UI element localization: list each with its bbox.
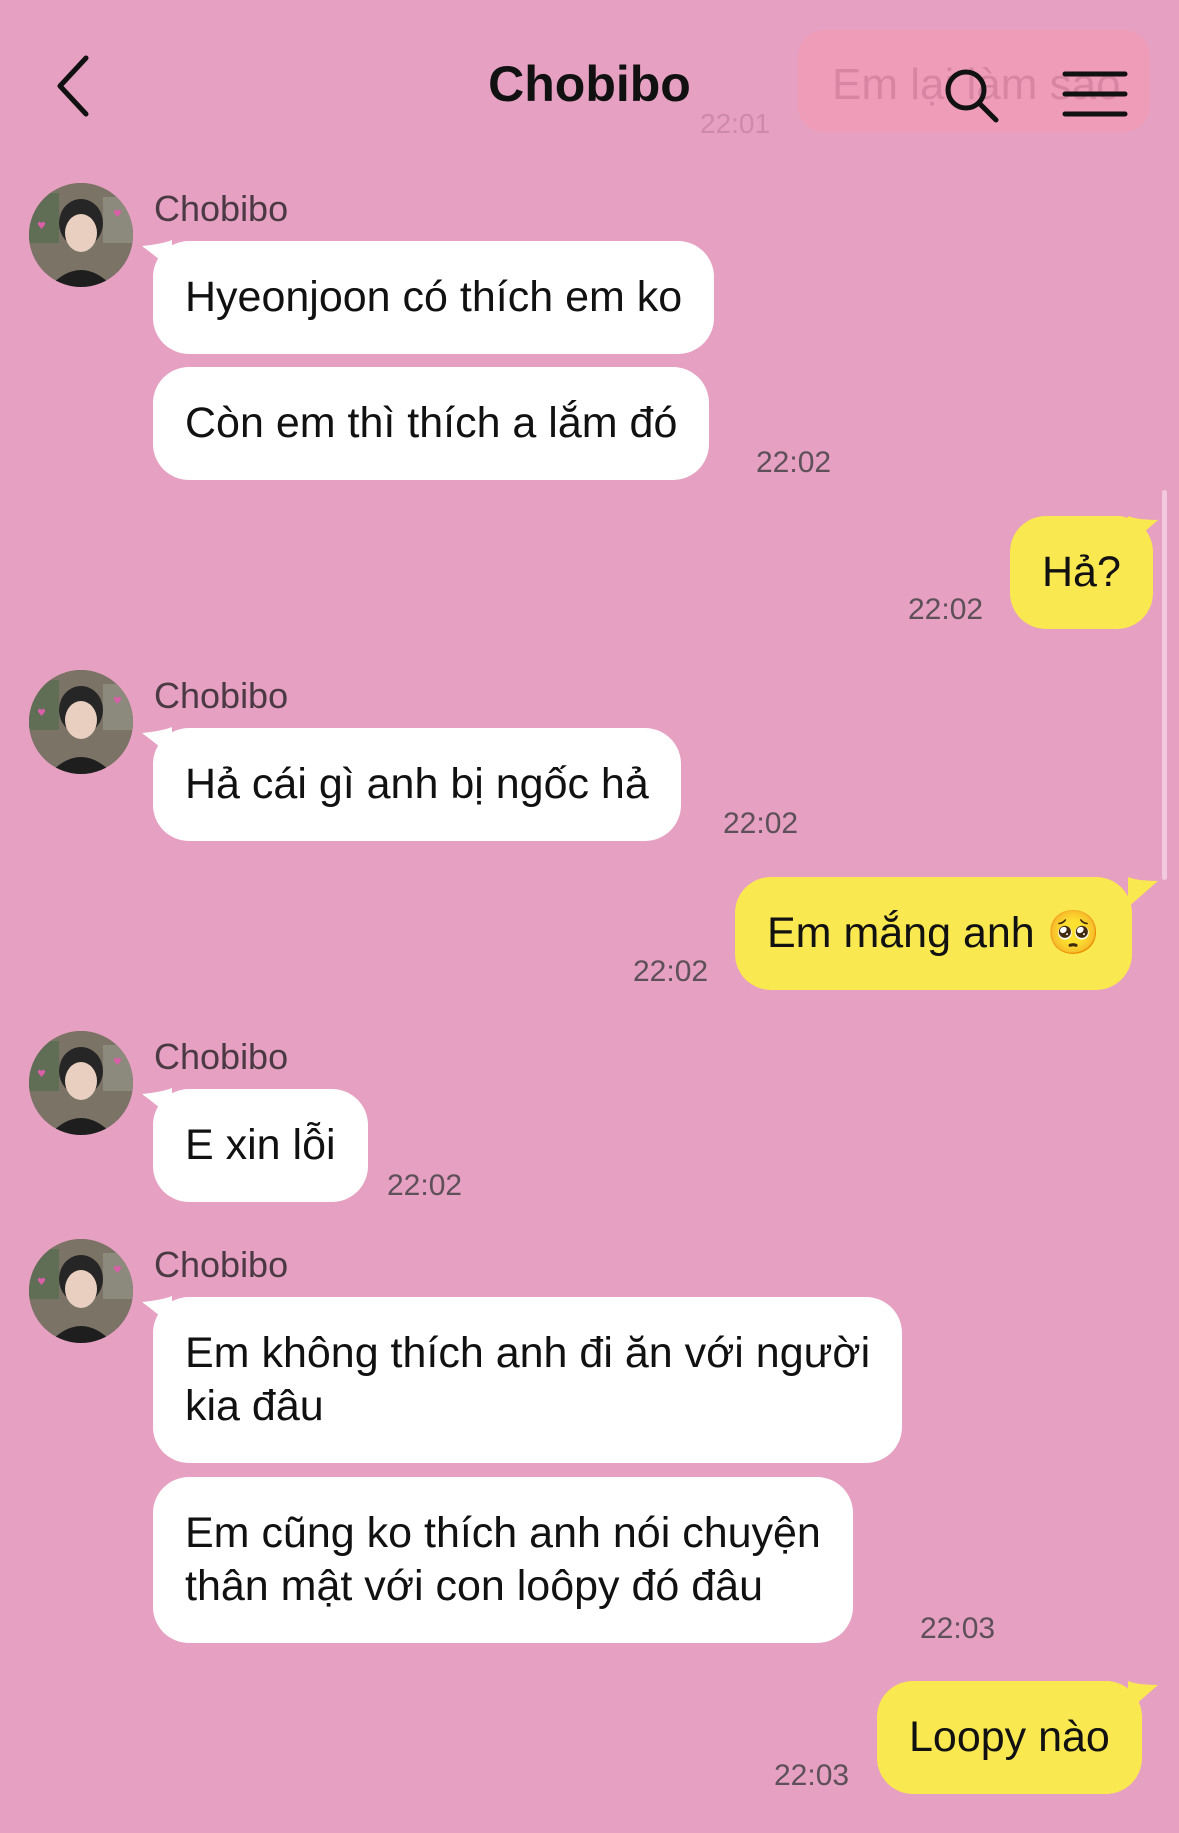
- svg-text:♥: ♥: [113, 209, 122, 220]
- avatar[interactable]: ♥ ♥: [29, 670, 133, 774]
- menu-icon: [1062, 71, 1128, 117]
- avatar[interactable]: ♥ ♥: [29, 1239, 133, 1343]
- svg-text:♥: ♥: [37, 221, 46, 232]
- message-bubble-incoming[interactable]: Còn em thì thích a lắm đó: [153, 367, 710, 480]
- menu-button[interactable]: [1062, 70, 1128, 120]
- message-text: E xin lỗi: [185, 1121, 336, 1169]
- avatar-photo: ♥ ♥: [29, 1239, 133, 1343]
- avatar-photo: ♥ ♥: [29, 183, 133, 287]
- pleading-face-emoji: 🥺: [1046, 908, 1101, 958]
- avatar[interactable]: ♥ ♥: [29, 183, 133, 287]
- sender-name: Chobibo: [154, 675, 289, 716]
- sender-name: Chobibo: [154, 1244, 289, 1285]
- avatar-photo: ♥ ♥: [29, 670, 133, 774]
- message-bubble-incoming[interactable]: Hyeonjoon có thích em ko: [153, 241, 715, 354]
- search-button[interactable]: [942, 66, 1002, 126]
- message-text: Còn em thì thích a lắm đó: [185, 399, 678, 447]
- chat-header: Em lại làm sao 22:01 Chobibo: [0, 0, 1179, 160]
- message-bubble-incoming[interactable]: E xin lỗi: [153, 1089, 368, 1202]
- svg-text:♥: ♥: [113, 1265, 122, 1276]
- message-time: 22:03: [920, 1612, 996, 1645]
- message-text: Hyeonjoon có thích em ko: [185, 273, 683, 321]
- message-text-line: kia đâu: [185, 1382, 324, 1430]
- bubble-tail: [1128, 1681, 1158, 1711]
- message-bubble-outgoing[interactable]: Loopy nào: [877, 1681, 1142, 1794]
- message-text: Em mắng anh: [767, 909, 1035, 957]
- chat-title: Chobibo: [488, 56, 691, 112]
- message-text: Loopy nào: [909, 1713, 1110, 1761]
- svg-text:♥: ♥: [37, 1069, 46, 1080]
- avatar[interactable]: ♥ ♥: [29, 1031, 133, 1135]
- message-text: Hả cái gì anh bị ngốc hả: [185, 760, 649, 808]
- message-text-line: Em cũng ko thích anh nói chuyện: [185, 1509, 821, 1557]
- message-time: 22:02: [908, 593, 984, 626]
- message-bubble-incoming[interactable]: Hả cái gì anh bị ngốc hả: [153, 728, 681, 841]
- bubble-tail: [1128, 516, 1158, 546]
- message-bubble-outgoing[interactable]: Em mắng anh 🥺: [735, 877, 1133, 990]
- svg-text:♥: ♥: [37, 708, 46, 719]
- message-time: 22:03: [774, 1759, 850, 1792]
- svg-text:♥: ♥: [113, 1057, 122, 1068]
- sender-name: Chobibo: [154, 1036, 289, 1077]
- message-text: Hả?: [1042, 548, 1121, 596]
- message-text-line: thân mật với con loôpy đó đâu: [185, 1562, 764, 1610]
- search-icon: [945, 69, 999, 123]
- svg-text:♥: ♥: [113, 696, 122, 707]
- message-time: 22:02: [387, 1169, 463, 1202]
- svg-text:♥: ♥: [37, 1277, 46, 1288]
- message-time: 22:02: [756, 446, 832, 479]
- sender-name: Chobibo: [154, 188, 289, 229]
- bubble-tail: [1128, 877, 1158, 907]
- message-bubble-incoming[interactable]: Em không thích anh đi ăn với người kia đ…: [153, 1297, 903, 1463]
- message-time: 22:02: [633, 955, 709, 988]
- avatar-photo: ♥ ♥: [29, 1031, 133, 1135]
- message-bubble-incoming[interactable]: Em cũng ko thích anh nói chuyện thân mật…: [153, 1477, 853, 1643]
- message-time: 22:02: [723, 807, 799, 840]
- message-text-line: Em không thích anh đi ăn với người: [185, 1329, 871, 1377]
- scrollbar[interactable]: [1162, 490, 1167, 880]
